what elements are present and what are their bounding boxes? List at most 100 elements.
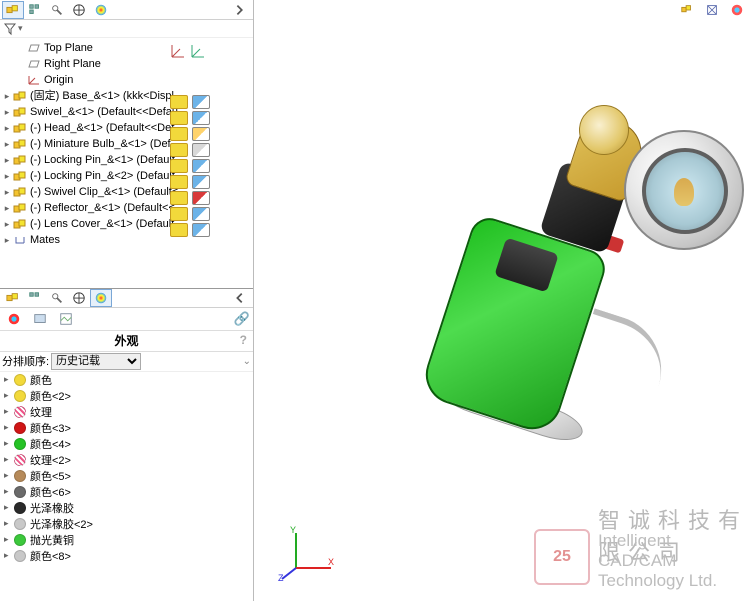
part-icon [12,153,28,167]
display-state-cell[interactable] [168,222,238,238]
help-icon[interactable]: ? [240,333,247,347]
appearance-item[interactable]: ▸纹理 [0,404,253,420]
appearance-title: 外观 ? [0,330,253,352]
tree-label: (-) Locking Pin_&<2> (Default [30,169,175,183]
appearance-label: 颜色 [30,372,52,388]
display-state-column [168,40,238,238]
svg-text:Y: Y [290,525,296,535]
appearance-item[interactable]: ▸颜色<2> [0,388,253,404]
display-state-cell[interactable] [168,110,238,126]
perspective-icon[interactable] [701,1,723,19]
property-tab-icon[interactable] [46,289,68,307]
swatch-icon [14,502,26,514]
appearance-item[interactable]: ▸抛光黄铜 [0,532,253,548]
display-state-cell[interactable] [168,94,238,110]
scene-icon[interactable] [55,310,77,328]
watermark-logo: 25 [534,529,590,585]
appearance-label: 纹理 [30,404,52,420]
configuration-tab-icon[interactable] [24,1,46,19]
appearance-label: 颜色<2> [30,388,71,404]
triad-icon: Y X Z [276,523,336,583]
sort-select[interactable]: 历史记载 [51,353,141,370]
chevron-right-icon[interactable] [229,1,251,19]
svg-text:Z: Z [278,573,284,583]
appearance-item[interactable]: ▸颜色 [0,372,253,388]
appearance-label: 颜色<4> [30,436,71,452]
feature-manager-panel: ▾ Top Plane Right Plane Origin [0,0,254,601]
swatch-icon [14,390,26,402]
appearance-label: 颜色<5> [30,468,71,484]
feature-manager-tabs [0,0,253,20]
appearance-label: 光泽橡胶<2> [30,516,93,532]
swatch-icon [14,470,26,482]
lower-tabs [0,288,253,308]
display-state-cell[interactable] [168,206,238,222]
tree-label: (固定) Base_&<1> (kkk<Displ [30,89,174,103]
swatch-icon [14,422,26,434]
sort-label: 分排顺序: [2,353,49,369]
swatch-icon [14,534,26,546]
svg-text:X: X [328,557,334,567]
model-render [324,50,704,430]
appearance-item[interactable]: ▸颜色<3> [0,420,253,436]
appearance-item[interactable]: ▸颜色<4> [0,436,253,452]
display-state-cell[interactable] [168,158,238,174]
part-icon [12,121,28,135]
display-tab-icon[interactable] [68,1,90,19]
chevron-left-icon[interactable] [229,289,251,307]
display-state-cell[interactable] [168,190,238,206]
tree-label: (-) Reflector_&<1> (Default<< [30,201,175,215]
tree-label: Top Plane [44,41,93,55]
appearance-label: 光泽橡胶 [30,500,74,516]
graphics-viewport[interactable]: Y X Z 25 智诚科技有限公司 Intelligent CAD/CAM Te… [254,0,750,601]
part-icon [12,217,28,231]
mates-icon [12,233,28,247]
part-icon [12,201,28,215]
appearance-item[interactable]: ▸纹理<2> [0,452,253,468]
appearance-tab-icon[interactable] [90,289,112,307]
part-icon [12,105,28,119]
assembly-tab-icon[interactable] [2,1,24,19]
swatch-icon [14,438,26,450]
appearance-item[interactable]: ▸光泽橡胶 [0,500,253,516]
appearance-label: 颜色<8> [30,548,71,564]
chevron-down-icon[interactable]: ⌄ [243,356,251,367]
watermark-en: Intelligent CAD/CAM Technology Ltd. [598,531,750,591]
appearance-item[interactable]: ▸颜色<5> [0,468,253,484]
axis-icon [170,43,186,62]
axis-icon [190,43,206,62]
plane-icon [26,57,42,71]
assembly-icon[interactable] [676,1,698,19]
appearance-label: 纹理<2> [30,452,71,468]
swatch-icon [14,518,26,530]
appearance-item[interactable]: ▸颜色<6> [0,484,253,500]
display-state-cell[interactable] [168,142,238,158]
palette2-icon[interactable] [726,1,748,19]
sort-row: 分排顺序: 历史记载 ⌄ [0,352,253,372]
swatch-icon [14,374,26,386]
display-state-cell[interactable] [168,174,238,190]
filter-row[interactable]: ▾ [0,20,253,38]
plane-icon [26,41,42,55]
display-state-cell[interactable] [168,126,238,142]
appearance-item[interactable]: ▸光泽橡胶<2> [0,516,253,532]
tree-label: (-) Lens Cover_&<1> (Default [30,217,174,231]
tree-label: Swivel_&<1> (Default<<Defau [30,105,178,119]
swatch-icon [14,406,26,418]
tree-label: (-) Miniature Bulb_&<1> (Def [30,137,171,151]
appearance-title-label: 外观 [114,332,138,349]
property-tab-icon[interactable] [46,1,68,19]
configuration-tab-icon[interactable] [24,289,46,307]
tree-label: (-) Swivel Clip_&<1> (Default< [30,185,178,199]
assembly-tab-icon[interactable] [2,289,24,307]
appearance-label: 颜色<3> [30,420,71,436]
appearance-item[interactable]: ▸颜色<8> [0,548,253,564]
tree-label: Origin [44,73,73,87]
display-tab-icon[interactable] [68,289,90,307]
part-icon [12,169,28,183]
decal-icon[interactable] [29,310,51,328]
tree-label: Mates [30,233,60,247]
appearance-palette-icon[interactable] [3,310,25,328]
appearance-tab-icon[interactable] [90,1,112,19]
link-icon[interactable]: 🔗 [234,311,250,327]
